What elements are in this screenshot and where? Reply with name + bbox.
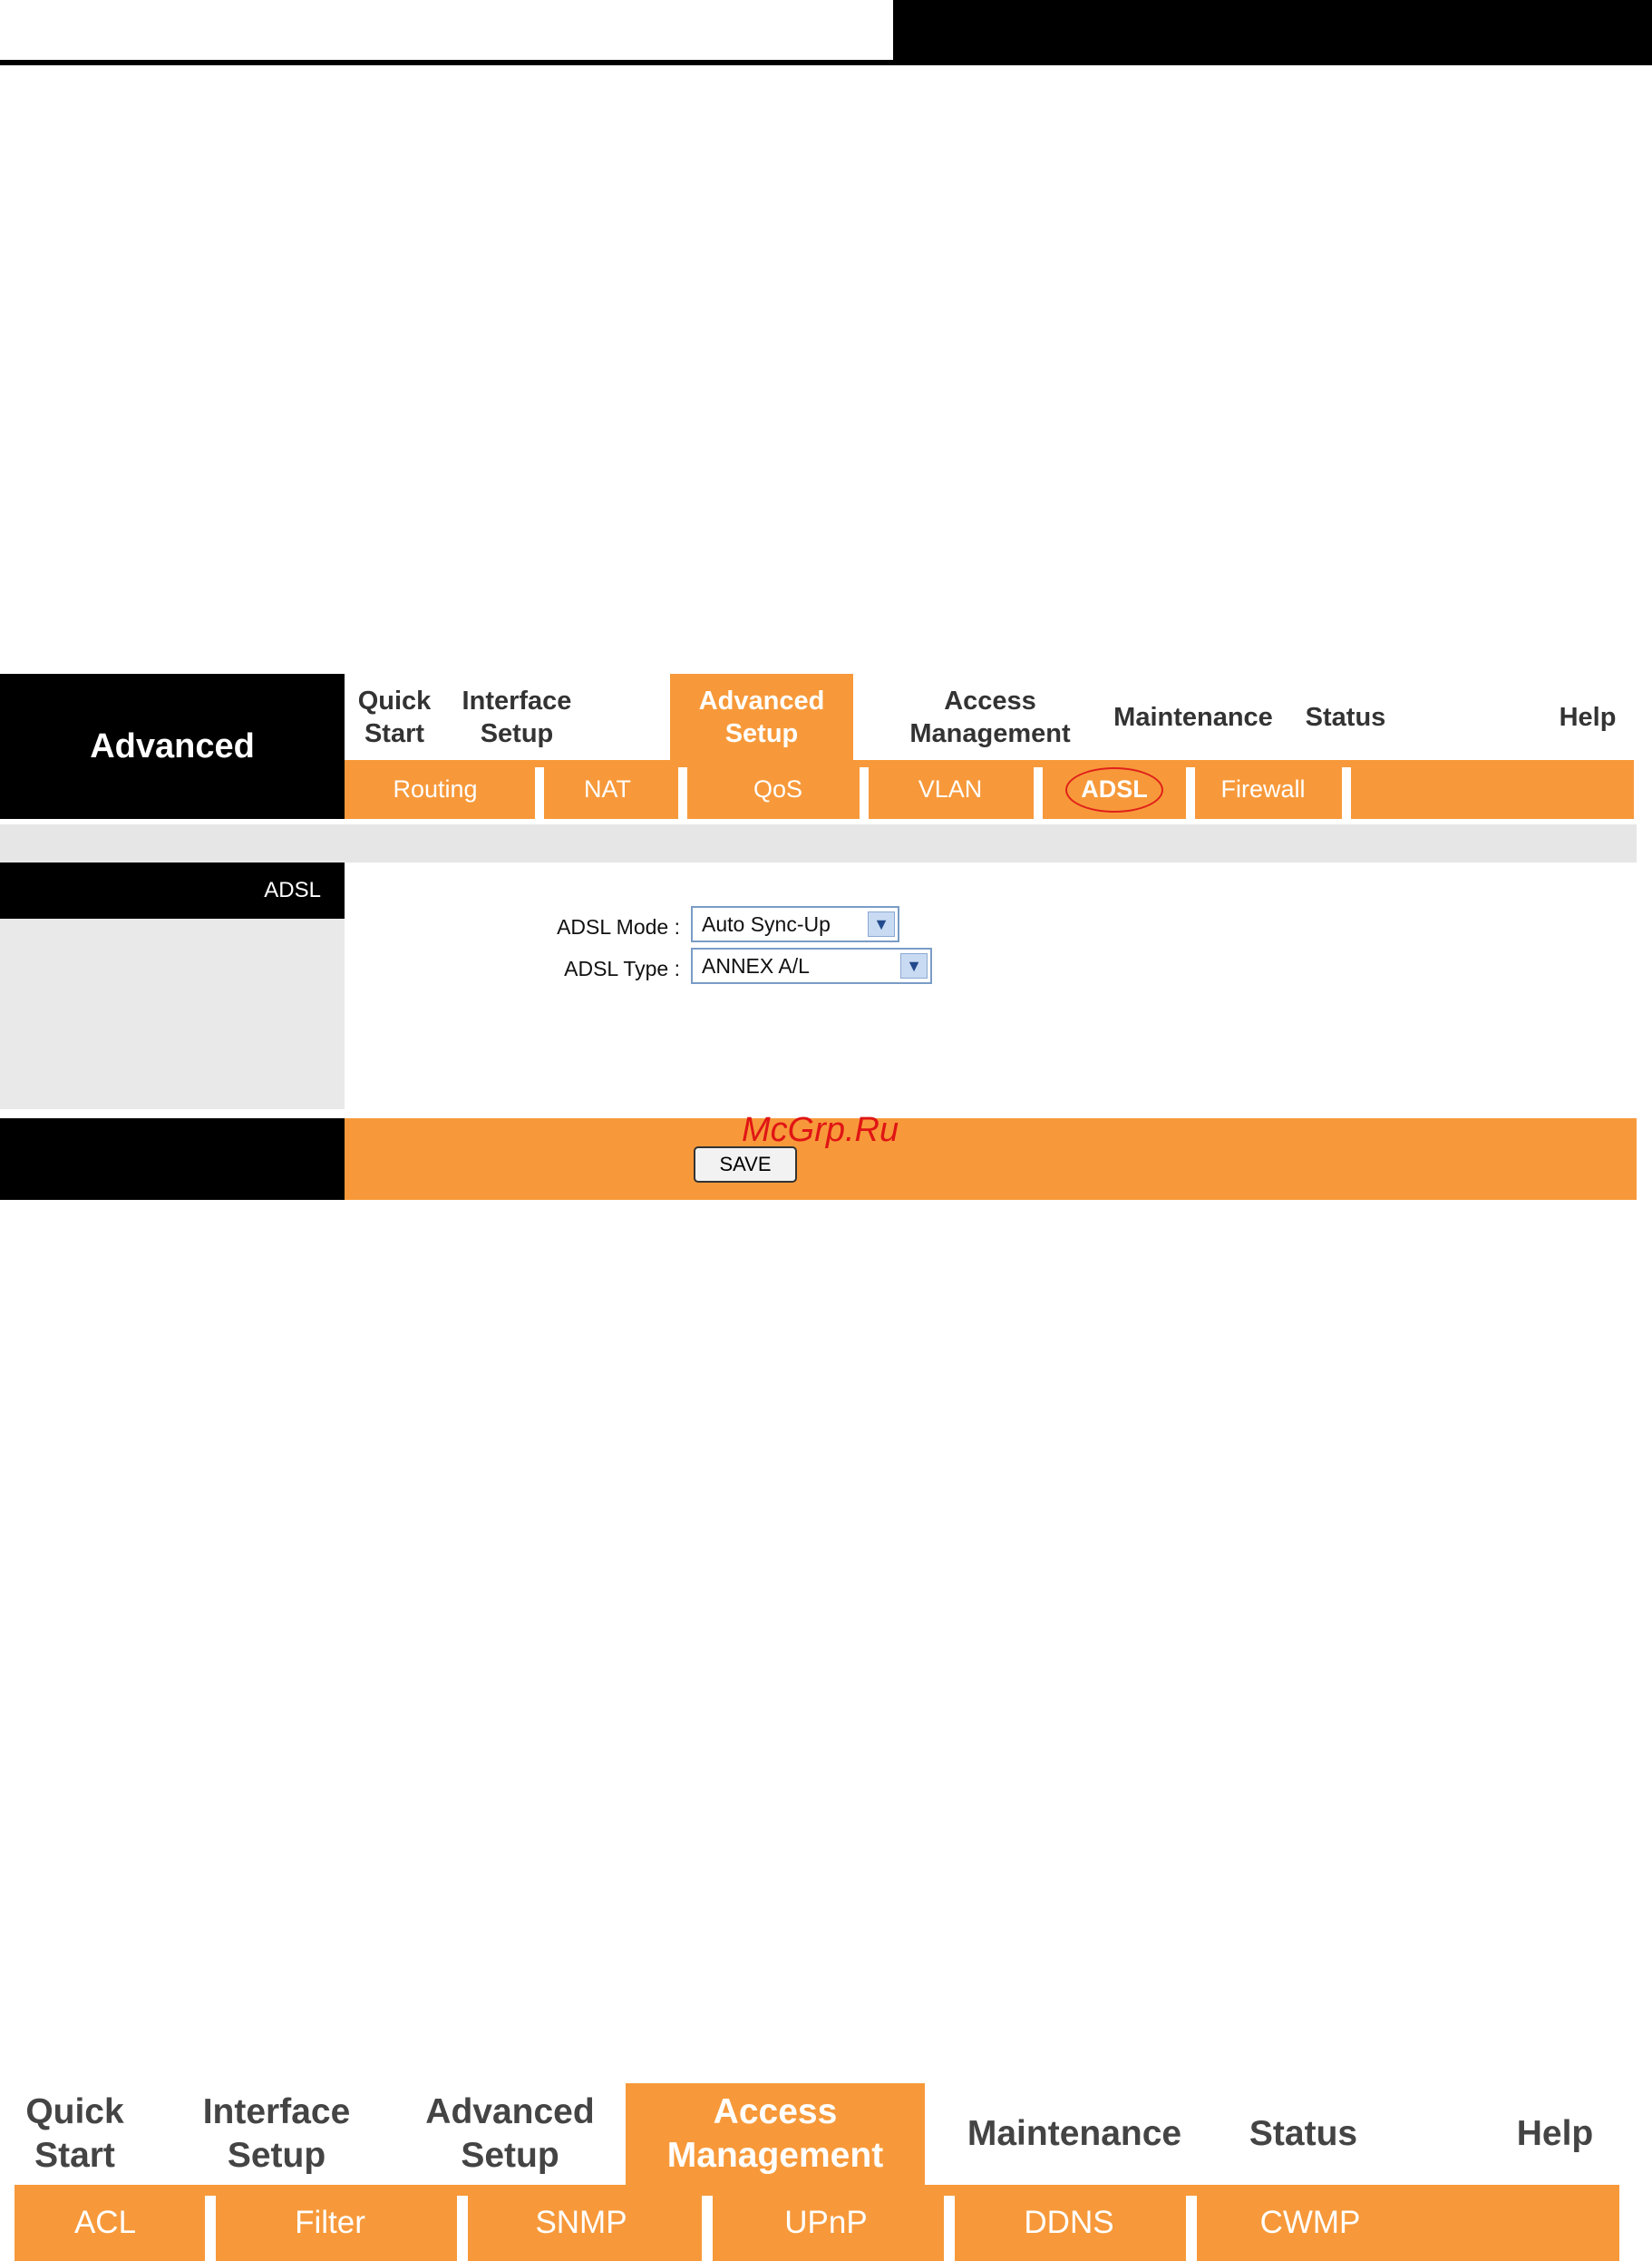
nav-maintenance[interactable]: Maintenance xyxy=(1103,674,1284,760)
subnav-vlan[interactable]: VLAN xyxy=(869,760,1032,819)
footer-side xyxy=(0,1118,345,1200)
save-button[interactable]: SAVE xyxy=(694,1146,797,1183)
nav-access-management[interactable]: Access Management xyxy=(626,2083,925,2185)
section-title: ADSL xyxy=(0,862,345,919)
adsl-mode-value: Auto Sync-Up xyxy=(702,911,831,936)
subnav-separator xyxy=(535,767,544,819)
subnav-ddns[interactable]: DDNS xyxy=(955,2185,1183,2261)
nav-help[interactable]: Help xyxy=(1487,2083,1623,2185)
sidebar-panel xyxy=(0,919,345,1109)
subnav-adsl[interactable]: ADSL xyxy=(1065,760,1163,819)
nav-quick-start[interactable]: Quick Start xyxy=(0,2083,150,2185)
sub-nav: Routing NAT QoS VLAN ADSL Firewall xyxy=(345,760,1634,819)
subnav-separator xyxy=(678,767,687,819)
chevron-down-icon: ▼ xyxy=(900,953,928,979)
subnav-separator xyxy=(1186,2196,1197,2261)
main-nav-large: Quick Start Interface Setup Advanced Set… xyxy=(0,2083,1652,2185)
subnav-nat[interactable]: NAT xyxy=(544,760,671,819)
access-management-screenshot: Quick Start Interface Setup Advanced Set… xyxy=(0,2083,1652,2261)
adsl-type-select[interactable]: ANNEX A/L ▼ xyxy=(691,948,932,984)
brand-label: Advanced xyxy=(0,674,345,819)
adsl-type-value: ANNEX A/L xyxy=(702,953,810,978)
nav-advanced-setup[interactable]: Advanced Setup xyxy=(670,674,853,760)
subnav-filter[interactable]: Filter xyxy=(216,2185,444,2261)
footer-bar xyxy=(345,1118,1637,1200)
subnav-separator xyxy=(944,2196,955,2261)
subnav-separator xyxy=(702,2196,713,2261)
subnav-firewall[interactable]: Firewall xyxy=(1195,760,1331,819)
nav-advanced-setup[interactable]: Advanced Setup xyxy=(413,2083,607,2185)
watermark: McGrp.Ru xyxy=(742,1111,899,1149)
adsl-form: ADSL Mode : Auto Sync-Up ▼ ADSL Type : A… xyxy=(345,862,1637,1109)
subnav-separator xyxy=(1186,767,1195,819)
nav-status[interactable]: Status xyxy=(1284,674,1407,760)
nav-quick-start[interactable]: Quick Start xyxy=(345,674,444,760)
subnav-separator xyxy=(1034,767,1043,819)
subnav-separator xyxy=(1342,767,1351,819)
adsl-mode-label: ADSL Mode : xyxy=(557,915,680,939)
nav-maintenance[interactable]: Maintenance xyxy=(943,2083,1206,2185)
header-block xyxy=(893,0,1652,65)
adsl-mode-select[interactable]: Auto Sync-Up ▼ xyxy=(691,906,899,942)
chevron-down-icon: ▼ xyxy=(868,911,895,937)
adsl-type-label: ADSL Type : xyxy=(564,957,680,980)
adsl-screenshot: Advanced Quick Start Interface Setup Adv… xyxy=(0,674,1652,1200)
subnav-qos[interactable]: QoS xyxy=(687,760,869,819)
selection-oval xyxy=(1065,767,1163,813)
main-nav: Quick Start Interface Setup Advanced Set… xyxy=(345,674,1652,760)
subnav-routing[interactable]: Routing xyxy=(363,760,508,819)
subnav-upnp[interactable]: UPnP xyxy=(713,2185,939,2261)
nav-interface-setup[interactable]: Interface Setup xyxy=(186,2083,367,2185)
subnav-separator xyxy=(860,767,869,819)
nav-status[interactable]: Status xyxy=(1224,2083,1383,2185)
subnav-cwmp[interactable]: CWMP xyxy=(1197,2185,1424,2261)
subnav-snmp[interactable]: SNMP xyxy=(468,2185,695,2261)
subnav-separator xyxy=(457,2196,468,2261)
nav-interface-setup[interactable]: Interface Setup xyxy=(444,674,589,760)
spacer-bar xyxy=(0,824,1637,862)
sub-nav-large: ACL Filter SNMP UPnP DDNS CWMP xyxy=(15,2185,1619,2261)
subnav-separator xyxy=(205,2196,216,2261)
nav-access-management[interactable]: Access Management xyxy=(878,674,1103,760)
subnav-acl[interactable]: ACL xyxy=(15,2185,196,2261)
nav-help[interactable]: Help xyxy=(1523,674,1652,760)
